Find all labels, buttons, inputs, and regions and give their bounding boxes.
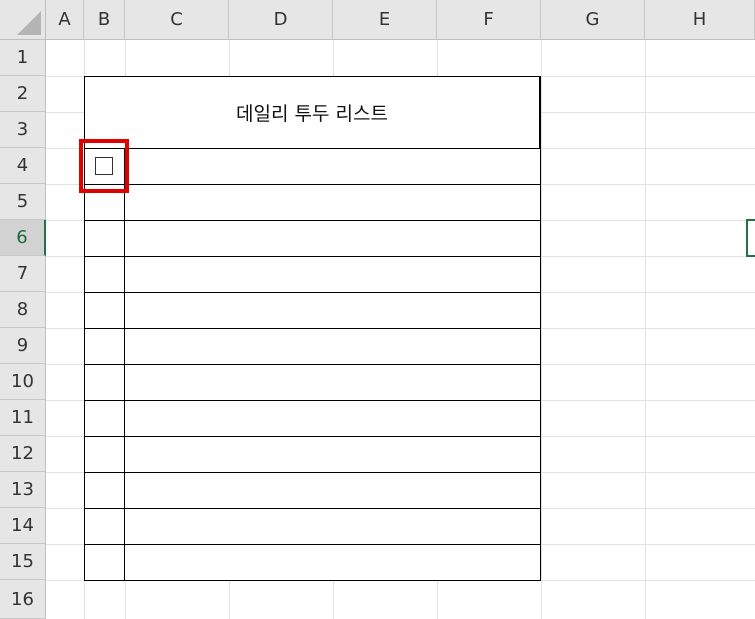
row-header-9[interactable]: 9 bbox=[0, 328, 46, 364]
todo-item-cell[interactable] bbox=[125, 185, 540, 220]
select-all-corner[interactable] bbox=[0, 0, 46, 40]
column-header-f[interactable]: F bbox=[437, 0, 541, 40]
todo-title: 데일리 투두 리스트 bbox=[236, 103, 388, 125]
row-header-6[interactable]: 6 bbox=[0, 220, 46, 256]
column-header-e[interactable]: E bbox=[333, 0, 437, 40]
todo-item-cell[interactable] bbox=[125, 293, 540, 328]
row-header-1[interactable]: 1 bbox=[0, 40, 46, 76]
select-all-triangle-icon bbox=[17, 11, 41, 35]
active-cell-indicator bbox=[746, 219, 755, 257]
row-header-4[interactable]: 4 bbox=[0, 148, 46, 184]
todo-item-cell[interactable] bbox=[125, 329, 540, 364]
todo-title-cell[interactable]: 데일리 투두 리스트 bbox=[84, 76, 540, 148]
row-header-13[interactable]: 13 bbox=[0, 472, 46, 508]
row-header-7[interactable]: 7 bbox=[0, 256, 46, 292]
row-header-5[interactable]: 5 bbox=[0, 184, 46, 220]
row-header-16[interactable]: 16 bbox=[0, 580, 46, 619]
todo-item-cell[interactable] bbox=[125, 545, 540, 580]
todo-item-cell[interactable] bbox=[125, 149, 540, 184]
row-header-8[interactable]: 8 bbox=[0, 292, 46, 328]
todo-item-cell[interactable] bbox=[125, 473, 540, 508]
todo-item-cell[interactable] bbox=[125, 365, 540, 400]
column-header-h[interactable]: H bbox=[645, 0, 755, 40]
todo-item-cell[interactable] bbox=[125, 221, 540, 256]
row-header-12[interactable]: 12 bbox=[0, 436, 46, 472]
todo-item-cell[interactable] bbox=[125, 257, 540, 292]
row-header-3[interactable]: 3 bbox=[0, 112, 46, 148]
todo-item-cell[interactable] bbox=[125, 401, 540, 436]
todo-item-cell[interactable] bbox=[125, 437, 540, 472]
row-header-14[interactable]: 14 bbox=[0, 508, 46, 544]
row-header-15[interactable]: 15 bbox=[0, 544, 46, 580]
column-header-d[interactable]: D bbox=[229, 0, 333, 40]
row-header-2[interactable]: 2 bbox=[0, 76, 46, 112]
column-header-b[interactable]: B bbox=[84, 0, 125, 40]
row-header-11[interactable]: 11 bbox=[0, 400, 46, 436]
column-header-g[interactable]: G bbox=[541, 0, 645, 40]
column-header-c[interactable]: C bbox=[125, 0, 229, 40]
todo-item-cell[interactable] bbox=[125, 509, 540, 544]
row-header-10[interactable]: 10 bbox=[0, 364, 46, 400]
column-header-a[interactable]: A bbox=[46, 0, 84, 40]
highlight-box bbox=[79, 139, 129, 193]
